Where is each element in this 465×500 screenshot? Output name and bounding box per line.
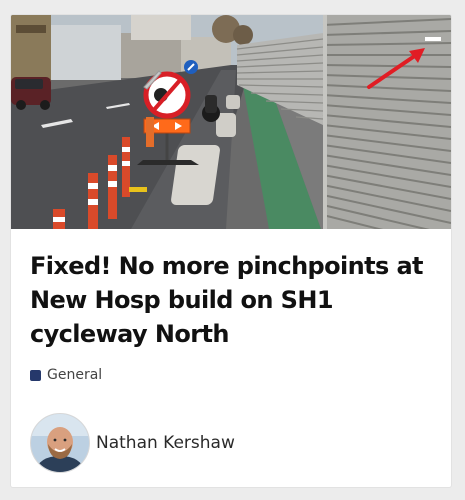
category-color-square <box>30 369 41 381</box>
category-badge[interactable]: General <box>30 367 102 383</box>
author-name[interactable]: Nathan Kershaw <box>96 433 235 453</box>
category-label: General <box>47 367 103 383</box>
author-info[interactable]: Nathan Kershaw <box>30 413 235 473</box>
street-photo <box>11 15 451 229</box>
topic-title[interactable]: Fixed! No more pinchpoints at New Hosp b… <box>30 249 442 351</box>
avatar-portrait-icon <box>31 414 89 472</box>
topic-thumbnail[interactable] <box>11 15 451 229</box>
topic-card[interactable]: Fixed! No more pinchpoints at New Hosp b… <box>11 15 451 487</box>
avatar[interactable] <box>30 413 90 473</box>
